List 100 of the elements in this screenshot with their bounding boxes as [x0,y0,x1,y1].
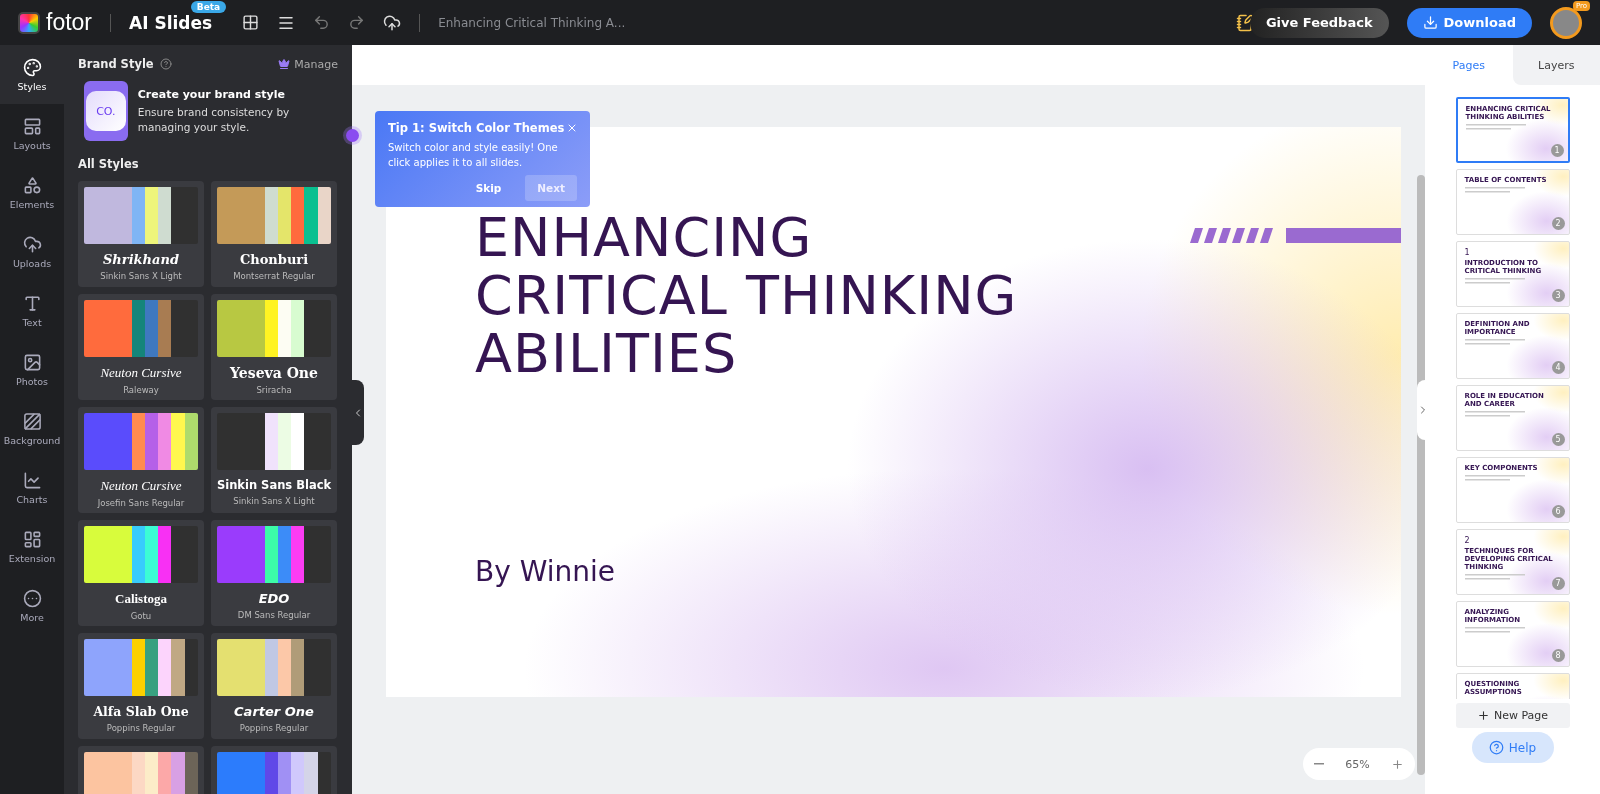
style-card[interactable]: Shrikhand Sinkin Sans X Light [78,181,204,287]
dashboard-icon [22,529,42,549]
brand-title: Create your brand style [137,88,286,102]
sidebar-item[interactable]: Styles [0,45,64,104]
panel-tab[interactable]: Layers [1512,45,1600,85]
manage-link[interactable]: Manage [278,57,338,71]
undo-icon[interactable] [313,14,331,31]
brand-logo-tile[interactable]: CO. [84,81,128,141]
panel-heading: Brand Style [78,57,154,71]
style-font-name: Carter One [234,704,314,719]
scrollbar[interactable] [1417,175,1425,775]
plus-icon [1391,757,1405,771]
slide-title: ABILITIES [475,325,738,383]
image-icon [22,352,42,372]
style-card[interactable]: Neuton Cursive Raleway [78,294,204,400]
style-body-font: Sinkin Sans X Light [100,271,182,281]
style-font-name: Yeseva One [230,365,318,381]
style-font-name: Sinkin Sans Black [216,478,332,492]
style-font-name: Shrikhand [102,252,180,267]
style-font-name: Neuton Cursive [100,365,182,381]
plus-icon [1476,709,1490,722]
style-font-name: Neuton Cursive [100,478,182,494]
grid-icon[interactable] [242,14,260,31]
help-icon[interactable] [159,58,172,70]
chart-icon [22,470,42,490]
style-card[interactable]: Yeseva One Sriracha [211,294,337,400]
zoom-value: 65% [1345,757,1370,771]
close-icon[interactable] [566,122,578,134]
cloud-upload-icon[interactable] [383,13,402,32]
layout-icon [22,116,42,136]
slide-author: By Winnie [475,555,617,588]
hatched-square-icon [22,411,42,431]
dark-stripe [304,526,331,583]
sidebar-item[interactable]: Photos [0,340,64,399]
cloud-upload-icon [22,234,42,254]
beta-badge: Beta [190,0,227,13]
sidebar-item[interactable]: Uploads [0,222,64,281]
style-body-font: Montserrat Regular [233,271,315,281]
crown-icon [278,58,291,70]
sidebar-item[interactable]: More [0,576,64,635]
new-page-button[interactable]: New Page [1455,703,1570,728]
thumbnail-section-number: 1 [1464,248,1471,257]
style-body-font: Sinkin Sans X Light [233,496,315,506]
collapse-panel-button[interactable] [352,380,364,445]
style-body-font: Gotu [130,611,152,621]
download-button[interactable]: Download [1406,7,1532,38]
page-number: 6 [1551,505,1565,518]
sidebar-item[interactable]: Background [0,399,64,458]
style-body-font: DM Sans Regular [237,610,311,620]
redo-icon[interactable] [348,14,366,31]
text-icon [22,293,42,313]
avatar[interactable] [1550,6,1582,39]
style-body-font: Poppins Regular [239,723,309,733]
page-number: 4 [1551,361,1565,374]
logo-text: fotor [46,9,93,36]
tip-title: Tip 1: Switch Color Themes [388,121,565,135]
dark-stripe [304,300,331,357]
style-card[interactable]: Sinkin Sans Black Sinkin Sans X Light [211,407,337,513]
page-number: 2 [1551,217,1565,230]
style-card[interactable]: Alfa Slab One Poppins Regular [78,633,204,739]
download-icon [1422,15,1438,30]
sidebar-item[interactable]: Text [0,281,64,340]
dark-stripe [304,639,331,696]
feedback-button[interactable]: Give Feedback [1249,7,1389,38]
document-title: Enhancing Critical Thinking A... [438,15,626,30]
style-card[interactable]: Calistoga Gotu [78,520,204,626]
brand-description: Ensure brand consistency by managing your style. [137,105,291,134]
logo-icon [18,11,40,34]
dark-stripe [171,300,198,357]
brand-logo-text: CO. [85,91,126,131]
sidebar-item[interactable]: Elements [0,163,64,222]
zoom-in-button[interactable] [1391,757,1405,771]
product-name: AI Slides [129,12,213,33]
style-card[interactable]: EDO DM Sans Regular [211,520,337,626]
page-number: 5 [1551,433,1565,446]
style-body-font: Sriracha [256,385,292,395]
palette-icon [22,57,42,77]
dark-stripe [171,526,198,583]
page-number: 3 [1551,289,1565,302]
help-icon [1488,740,1504,755]
dark-stripe [171,187,198,244]
style-card[interactable]: Chonburi Montserrat Regular [211,181,337,287]
page-number: 8 [1551,649,1565,662]
page-number: 7 [1551,577,1565,590]
minus-icon [1313,763,1324,765]
style-font-name: EDO [258,591,290,606]
notepad-icon [1235,13,1254,32]
style-font-name: Alfa Slab One [93,704,189,719]
shapes-icon [22,175,42,195]
thumbnail-section-number: 2 [1464,536,1471,545]
dark-stripe [304,413,331,470]
style-card[interactable]: Neuton Cursive Josefin Sans Regular [78,407,204,513]
style-body-font: Poppins Regular [106,723,176,733]
style-card[interactable]: Carter One Poppins Regular [211,633,337,739]
sidebar-item[interactable]: Extension [0,517,64,576]
page-number: 1 [1550,144,1564,157]
sidebar-item[interactable]: Charts [0,458,64,517]
more-icon [22,588,42,608]
section-heading: All Styles [78,157,140,171]
sidebar-item[interactable]: Layouts [0,104,64,163]
